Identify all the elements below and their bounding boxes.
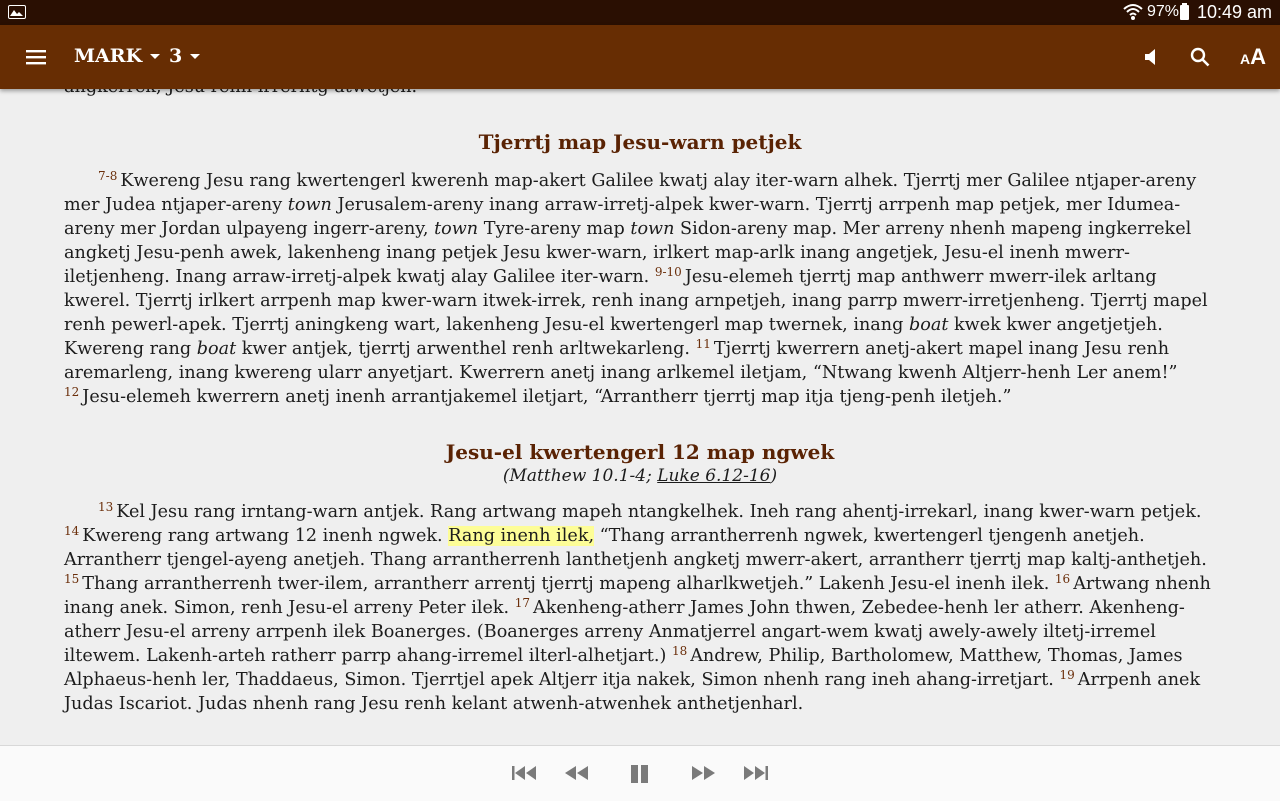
partial-verse-text: angkerrek, Jesu renh irrerntg atwetjeh.	[64, 89, 1216, 99]
verse-number[interactable]: 11	[696, 337, 711, 351]
verse-number[interactable]: 7-8	[98, 169, 117, 183]
paragraph: 7-8 Kwereng Jesu rang kwertengerl kwerenh…	[64, 169, 1208, 407]
clock: 10:49 am	[1197, 2, 1273, 22]
verse-number[interactable]: 18	[672, 644, 687, 658]
audio-player	[0, 745, 1280, 801]
wifi-icon	[1123, 4, 1143, 20]
cross-reference-link[interactable]: Luke 6.12-16	[657, 466, 770, 486]
highlighted-text[interactable]: Rang inenh ilek,	[448, 526, 595, 546]
verse-number[interactable]: 9-10	[655, 265, 682, 279]
verse-number[interactable]: 15	[64, 572, 79, 586]
verse-number[interactable]: 12	[64, 385, 79, 399]
chapter-selector[interactable]: 3	[169, 45, 201, 67]
app-bar: MARK 3 AA	[0, 25, 1280, 89]
book-name: MARK	[74, 45, 143, 67]
gallery-notification-icon	[8, 5, 26, 19]
section-heading: Tjerrtj map Jesu-warn petjek	[478, 130, 802, 154]
book-selector[interactable]: MARK	[74, 45, 161, 67]
scripture-content[interactable]: angkerrek, Jesu renh irrerntg atwetjeh. …	[0, 89, 1280, 745]
paragraph: 13 Kel Jesu rang irntang-warn antjek. Ran…	[64, 500, 1211, 714]
verse-number[interactable]: 14	[64, 524, 79, 538]
fast-forward-icon[interactable]	[690, 764, 716, 782]
search-icon[interactable]	[1189, 46, 1211, 68]
verse-number[interactable]: 16	[1055, 572, 1070, 586]
battery-percent: 97%	[1147, 3, 1180, 20]
verse-number[interactable]: 17	[515, 596, 530, 610]
chevron-down-icon	[150, 53, 161, 59]
section-heading: Jesu-el kwertengerl 12 map ngwek	[445, 440, 835, 464]
skip-to-end-icon[interactable]	[743, 764, 769, 782]
text-size-icon[interactable]: AA	[1240, 44, 1266, 70]
rewind-icon[interactable]	[564, 764, 590, 782]
verse-number[interactable]: 19	[1059, 668, 1074, 682]
chevron-down-icon	[190, 53, 201, 59]
verse-number[interactable]: 13	[98, 500, 113, 514]
cross-reference: (Matthew 10.1-4; Luke 6.12-16)	[502, 466, 778, 486]
pause-icon[interactable]	[629, 764, 651, 784]
battery-icon	[1180, 3, 1189, 20]
menu-icon[interactable]	[24, 45, 48, 69]
status-bar: 97% 10:49 am	[0, 0, 1280, 25]
skip-to-start-icon[interactable]	[511, 764, 537, 782]
speaker-icon[interactable]	[1143, 47, 1161, 67]
chapter-number: 3	[169, 45, 183, 67]
